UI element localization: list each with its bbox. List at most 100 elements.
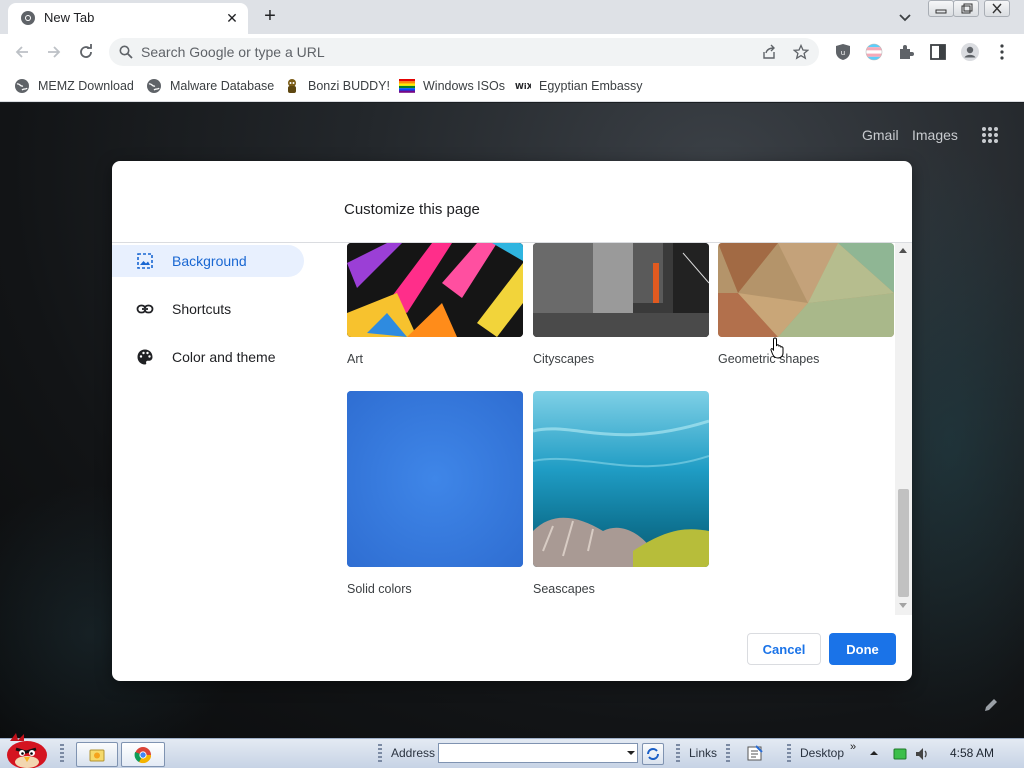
seascapes-thumbnail <box>533 391 709 567</box>
reload-icon[interactable] <box>76 42 96 62</box>
share-icon[interactable] <box>761 44 777 60</box>
bookmark-star-icon[interactable] <box>793 44 809 60</box>
restore-icon <box>961 3 973 14</box>
side-panel-icon[interactable] <box>928 42 948 62</box>
geometric-shapes-thumbnail <box>718 243 894 337</box>
address-input[interactable] <box>141 41 741 63</box>
omnibox[interactable] <box>109 38 819 66</box>
grid-scrollbar[interactable] <box>895 243 912 615</box>
menu-item-shortcuts[interactable]: Shortcuts <box>112 293 304 325</box>
collection-tile-solid-colors[interactable] <box>347 391 523 567</box>
collection-tile-art[interactable] <box>347 243 523 337</box>
windows-flag-icon <box>399 79 415 93</box>
collection-label-art: Art <box>347 352 363 366</box>
menu-label: Background <box>172 253 247 269</box>
wix-icon: WiX <box>515 82 531 91</box>
close-icon <box>992 3 1002 14</box>
collection-label-solid-colors: Solid colors <box>347 582 412 596</box>
collection-label-seascapes: Seascapes <box>533 582 595 596</box>
bookmark-bonzi-buddy[interactable]: Bonzi BUDDY! <box>284 76 390 96</box>
notepad-icon[interactable] <box>746 744 764 762</box>
bookmarks-bar: MEMZ Download Malware Database Bonzi BUD… <box>0 70 1024 102</box>
scroll-up-arrow-icon[interactable] <box>899 248 907 253</box>
scroll-thumb[interactable] <box>898 489 909 597</box>
collection-tile-geometric-shapes[interactable] <box>718 243 894 337</box>
toolbar-overflow-chevron-icon[interactable]: » <box>850 741 856 753</box>
palette-icon <box>137 349 153 365</box>
taskbar-app-button[interactable] <box>76 742 118 767</box>
back-arrow-icon[interactable] <box>12 42 32 62</box>
taskbar-grip[interactable] <box>676 744 680 764</box>
volume-speaker-icon[interactable] <box>914 746 930 762</box>
tab-new-tab[interactable]: New Tab ✕ <box>8 3 248 34</box>
ublock-extension-icon[interactable]: u <box>833 42 853 62</box>
links-toolbar-label: Links <box>689 746 718 760</box>
profile-avatar-icon[interactable] <box>960 42 980 62</box>
address-go-button[interactable] <box>642 743 664 765</box>
search-icon <box>119 45 133 59</box>
collection-label-cityscapes: Cityscapes <box>533 352 595 366</box>
go-refresh-icon <box>647 748 659 760</box>
menu-kebab-icon[interactable] <box>992 42 1012 62</box>
menu-item-background[interactable]: Background <box>112 245 304 277</box>
dialog-title: Customize this page <box>344 201 480 218</box>
close-window-button[interactable] <box>984 0 1010 17</box>
folder-sun-icon <box>89 749 105 762</box>
customize-dialog: Customize this page Background Shortcuts… <box>112 161 912 681</box>
gmail-link[interactable]: Gmail <box>862 127 899 143</box>
google-apps-icon[interactable] <box>980 125 1000 145</box>
extensions-puzzle-icon[interactable] <box>896 42 916 62</box>
restore-button[interactable] <box>953 0 979 17</box>
network-tray-icon[interactable] <box>892 746 908 762</box>
globe-icon <box>15 79 29 93</box>
menu-label: Color and theme <box>172 349 276 365</box>
taskbar-grip[interactable] <box>60 744 64 764</box>
bookmark-windows-isos[interactable]: Windows ISOs <box>399 76 505 96</box>
taskbar-grip[interactable] <box>787 744 791 764</box>
collection-tile-seascapes[interactable] <box>533 391 709 567</box>
hand-cursor-icon <box>770 337 784 359</box>
tab-strip: New Tab ✕ + <box>0 0 1024 34</box>
tab-title: New Tab <box>44 10 95 25</box>
image-icon <box>137 253 153 269</box>
taskbar-chrome-button[interactable] <box>121 742 165 767</box>
link-icon <box>136 304 154 314</box>
customize-pencil-icon[interactable] <box>983 697 999 713</box>
tab-search-chevron-icon[interactable] <box>894 6 916 28</box>
collection-tile-cityscapes[interactable] <box>533 243 709 337</box>
svg-text:WiX: WiX <box>515 82 531 91</box>
done-button[interactable]: Done <box>829 633 896 665</box>
menu-item-color-and-theme[interactable]: Color and theme <box>112 341 304 373</box>
windows-taskbar: Address Links Desktop » 4:58 AM <box>0 733 1024 768</box>
pride-extension-icon[interactable] <box>864 42 884 62</box>
minimize-button[interactable] <box>928 0 954 17</box>
new-tab-button[interactable]: + <box>258 4 282 28</box>
solid-colors-thumbnail <box>347 391 523 567</box>
tab-close-icon[interactable]: ✕ <box>222 8 242 28</box>
chrome-icon <box>21 11 35 25</box>
collection-label-geometric-shapes: Geometric shapes <box>718 352 820 366</box>
bookmark-malware-database[interactable]: Malware Database <box>146 76 274 96</box>
desktop-toolbar-label: Desktop <box>800 746 845 760</box>
menu-label: Shortcuts <box>172 301 232 317</box>
cityscapes-thumbnail <box>533 243 709 337</box>
bookmark-memz-download[interactable]: MEMZ Download <box>14 76 134 96</box>
bonzi-icon <box>288 79 296 93</box>
taskbar-address-input[interactable] <box>438 743 638 763</box>
address-dropdown-chevron-icon[interactable] <box>626 749 636 757</box>
tray-expand-icon[interactable] <box>869 749 879 757</box>
start-angry-bird-icon[interactable] <box>2 731 52 768</box>
cancel-button[interactable]: Cancel <box>747 633 821 665</box>
images-link[interactable]: Images <box>912 127 958 143</box>
taskbar-clock: 4:58 AM <box>950 746 995 760</box>
globe-icon <box>147 79 161 93</box>
chrome-icon <box>134 747 152 764</box>
forward-arrow-icon[interactable] <box>44 42 64 62</box>
scroll-down-arrow-icon[interactable] <box>899 603 907 608</box>
address-toolbar-label: Address <box>391 746 436 760</box>
bookmark-egyptian-embassy[interactable]: WiX Egyptian Embassy <box>515 76 643 96</box>
taskbar-grip[interactable] <box>726 744 730 764</box>
svg-text:u: u <box>841 49 845 57</box>
art-thumbnail <box>347 243 523 337</box>
taskbar-grip[interactable] <box>378 744 382 764</box>
